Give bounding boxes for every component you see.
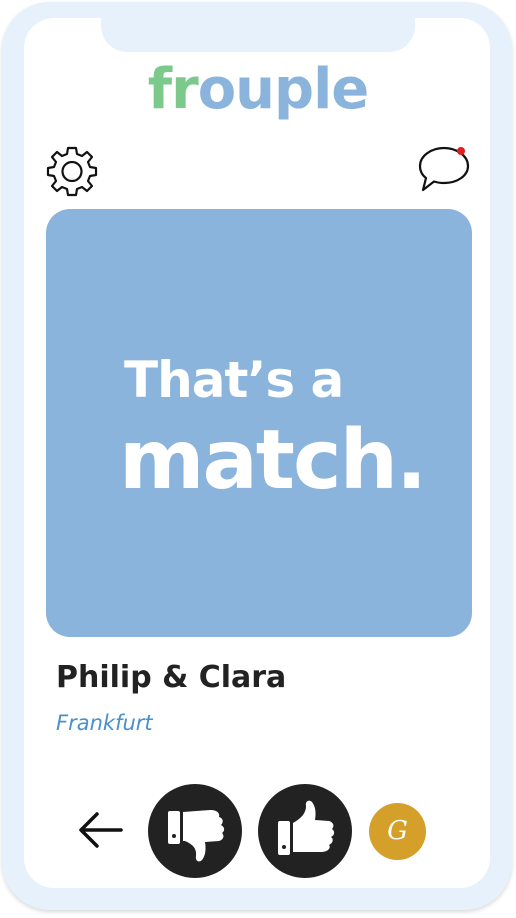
logo-part-ouple: ouple [197,57,370,122]
notification-dot [457,147,465,155]
phone-notch [101,2,415,52]
dislike-button[interactable] [148,784,242,878]
thumbs-down-icon [168,810,225,862]
arrow-left-icon[interactable] [77,808,125,852]
match-title-line2: match. [119,413,427,508]
like-button[interactable] [258,784,352,878]
logo-part-fr: fr [147,57,199,122]
gear-icon[interactable] [46,145,98,197]
thumbs-up-icon [278,800,335,855]
chat-bubble-icon[interactable] [417,143,471,195]
match-title-line1: That’s a [124,351,344,409]
couple-city: Frankfurt [56,711,153,735]
app-logo: frouple [0,58,516,122]
couple-names: Philip & Clara [56,660,287,695]
user-avatar[interactable]: G [369,803,426,860]
